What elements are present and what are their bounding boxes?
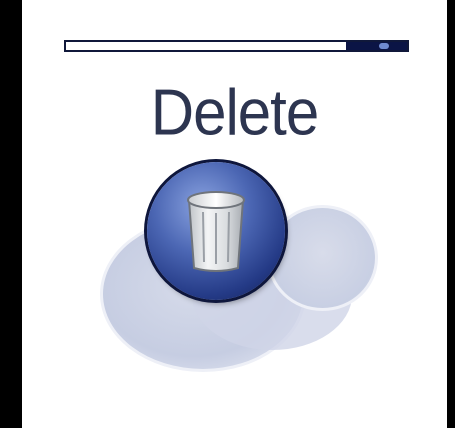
progress-fill: [345, 42, 407, 50]
trash-can-icon: [187, 191, 245, 272]
delete-button[interactable]: [147, 162, 285, 300]
menu-screen: Delete: [22, 0, 447, 428]
device-frame: Delete: [0, 0, 455, 428]
menu-title: Delete: [150, 76, 319, 149]
progress-bar: [64, 40, 409, 52]
progress-glint: [379, 43, 390, 49]
